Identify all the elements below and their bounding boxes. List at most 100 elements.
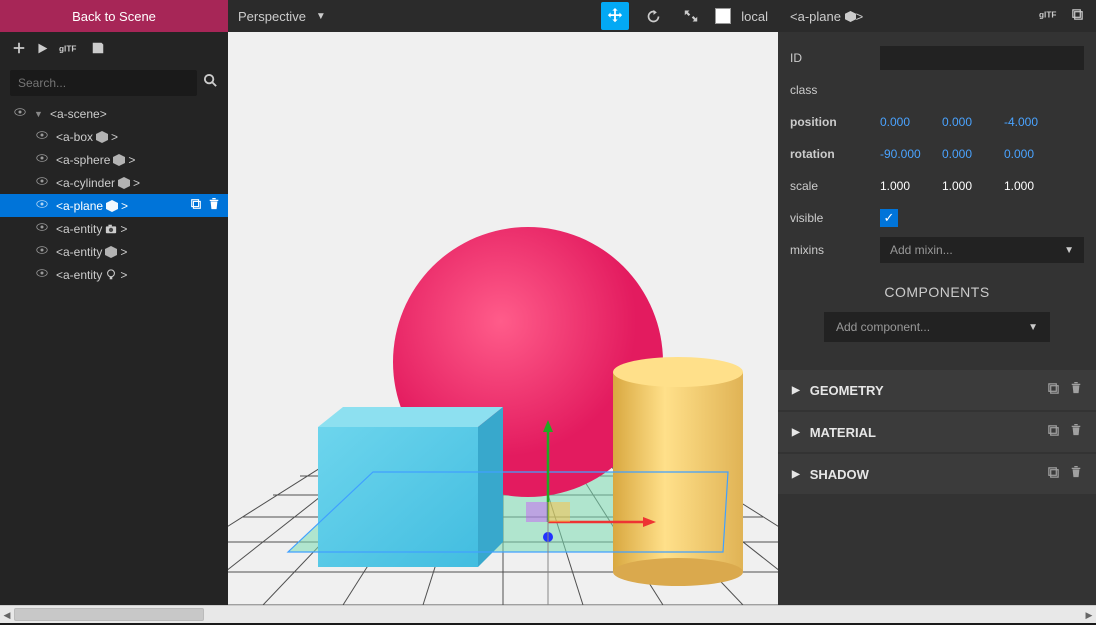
camera-select[interactable]: Perspective ▼ xyxy=(238,9,326,24)
search-icon[interactable] xyxy=(203,73,218,93)
visible-checkbox[interactable]: ✓ xyxy=(880,209,898,227)
position-y[interactable]: 0.000 xyxy=(942,115,990,129)
svg-text:glTF: glTF xyxy=(1039,11,1056,20)
scroll-right-icon[interactable]: ▶ xyxy=(1082,606,1096,624)
position-label: position xyxy=(790,115,880,129)
search-input[interactable] xyxy=(10,70,197,96)
eye-icon[interactable] xyxy=(36,221,50,236)
translate-tool-button[interactable] xyxy=(601,2,629,30)
viewport: Perspective ▼ local xyxy=(228,0,778,605)
tree-item-entity-box[interactable]: <a-entity > xyxy=(0,240,228,263)
rotation-label: rotation xyxy=(790,147,880,161)
scroll-left-icon[interactable]: ◀ xyxy=(0,606,14,624)
component-geometry[interactable]: ▶ GEOMETRY xyxy=(778,370,1096,410)
scale-y[interactable]: 1.000 xyxy=(942,179,990,193)
back-to-scene-button[interactable]: Back to Scene xyxy=(0,0,228,32)
tree-item-plane[interactable]: <a-plane > xyxy=(0,194,228,217)
add-component-select[interactable]: Add component... ▼ xyxy=(824,312,1050,342)
camera-label: Perspective xyxy=(238,9,306,24)
scale-tool-button[interactable] xyxy=(677,2,705,30)
tree-item-label: <a-entity xyxy=(56,245,102,259)
scale-z[interactable]: 1.000 xyxy=(1004,179,1052,193)
eye-icon[interactable] xyxy=(14,106,28,121)
tree-item-label: <a-box xyxy=(56,130,93,144)
eye-icon[interactable] xyxy=(36,129,50,144)
mixins-placeholder: Add mixin... xyxy=(890,243,953,257)
copy-icon[interactable] xyxy=(1047,424,1060,440)
chevron-right-icon: ▶ xyxy=(792,385,800,396)
trash-icon[interactable] xyxy=(1070,382,1082,398)
inspector-panel: <a-plane > glTF ID class position 0.000 … xyxy=(778,0,1096,605)
id-input[interactable] xyxy=(880,46,1084,70)
rotation-x[interactable]: -90.000 xyxy=(880,147,928,161)
rotate-tool-button[interactable] xyxy=(639,2,667,30)
tree-root-label: <a-scene> xyxy=(50,107,107,121)
local-checkbox[interactable] xyxy=(715,8,731,24)
eye-icon[interactable] xyxy=(36,244,50,259)
eye-icon[interactable] xyxy=(36,152,50,167)
chevron-down-icon: ▼ xyxy=(1064,245,1074,256)
tree-item-sphere[interactable]: <a-sphere > xyxy=(0,148,228,171)
scale-x[interactable]: 1.000 xyxy=(880,179,928,193)
scale-label: scale xyxy=(790,179,880,193)
component-shadow[interactable]: ▶ SHADOW xyxy=(778,454,1096,494)
box-icon xyxy=(96,131,108,143)
tree-item-label: <a-cylinder xyxy=(56,176,115,190)
inspector-title: <a-plane xyxy=(790,9,841,24)
inspector-header: <a-plane > glTF xyxy=(778,0,1096,32)
chevron-right-icon: ▶ xyxy=(792,469,800,480)
mixins-label: mixins xyxy=(790,243,880,257)
rotation-z[interactable]: 0.000 xyxy=(1004,147,1052,161)
position-z[interactable]: -4.000 xyxy=(1004,115,1052,129)
horizontal-scrollbar[interactable]: ◀ ▶ xyxy=(0,605,1096,623)
save-icon[interactable] xyxy=(91,41,105,55)
left-toolbar: glTF xyxy=(0,32,228,64)
viewport-canvas[interactable] xyxy=(228,32,778,605)
camera-icon xyxy=(105,223,117,235)
chevron-right-icon: ▶ xyxy=(792,427,800,438)
mixins-select[interactable]: Add mixin... ▼ xyxy=(880,237,1084,263)
box-icon xyxy=(845,11,856,22)
light-icon xyxy=(105,269,117,281)
box-icon xyxy=(105,246,117,258)
rotation-y[interactable]: 0.000 xyxy=(942,147,990,161)
copy-icon[interactable] xyxy=(1071,8,1084,24)
play-icon[interactable] xyxy=(36,42,49,55)
add-component-placeholder: Add component... xyxy=(836,320,930,334)
eye-icon[interactable] xyxy=(36,175,50,190)
scene-tree: ▼ <a-scene> <a-box > <a-sphere > <a-cyli… xyxy=(0,102,228,605)
copy-icon[interactable] xyxy=(190,198,202,213)
local-label: local xyxy=(741,9,768,24)
tree-item-label: <a-plane xyxy=(56,199,103,213)
copy-icon[interactable] xyxy=(1047,382,1060,398)
tree-item-entity-light[interactable]: <a-entity > xyxy=(0,263,228,286)
position-x[interactable]: 0.000 xyxy=(880,115,928,129)
search-row xyxy=(0,64,228,102)
trash-icon[interactable] xyxy=(1070,466,1082,482)
viewport-toolbar: Perspective ▼ local xyxy=(228,0,778,32)
trash-icon[interactable] xyxy=(208,198,220,213)
chevron-down-icon[interactable]: ▼ xyxy=(34,109,44,119)
visible-label: visible xyxy=(790,211,880,225)
tree-item-label: <a-entity xyxy=(56,268,102,282)
tree-item-box[interactable]: <a-box > xyxy=(0,125,228,148)
component-material[interactable]: ▶ MATERIAL xyxy=(778,412,1096,452)
gltf-icon[interactable]: glTF xyxy=(1039,8,1061,24)
tree-root-scene[interactable]: ▼ <a-scene> xyxy=(0,102,228,125)
chevron-down-icon: ▼ xyxy=(316,11,326,22)
inspector-body: ID class position 0.000 0.000 -4.000 rot… xyxy=(778,32,1096,370)
tree-item-label: <a-sphere xyxy=(56,153,110,167)
eye-icon[interactable] xyxy=(36,198,50,213)
trash-icon[interactable] xyxy=(1070,424,1082,440)
eye-icon[interactable] xyxy=(36,267,50,282)
scrollbar-thumb[interactable] xyxy=(14,608,204,621)
box-icon xyxy=(118,177,130,189)
gltf-icon[interactable]: glTF xyxy=(59,42,81,54)
copy-icon[interactable] xyxy=(1047,466,1060,482)
box-icon xyxy=(106,200,118,212)
tree-item-cylinder[interactable]: <a-cylinder > xyxy=(0,171,228,194)
id-label: ID xyxy=(790,51,880,65)
add-icon[interactable] xyxy=(12,41,26,55)
tree-item-entity-camera[interactable]: <a-entity > xyxy=(0,217,228,240)
left-panel: Back to Scene glTF ▼ <a-scene> <a-box > xyxy=(0,0,228,605)
